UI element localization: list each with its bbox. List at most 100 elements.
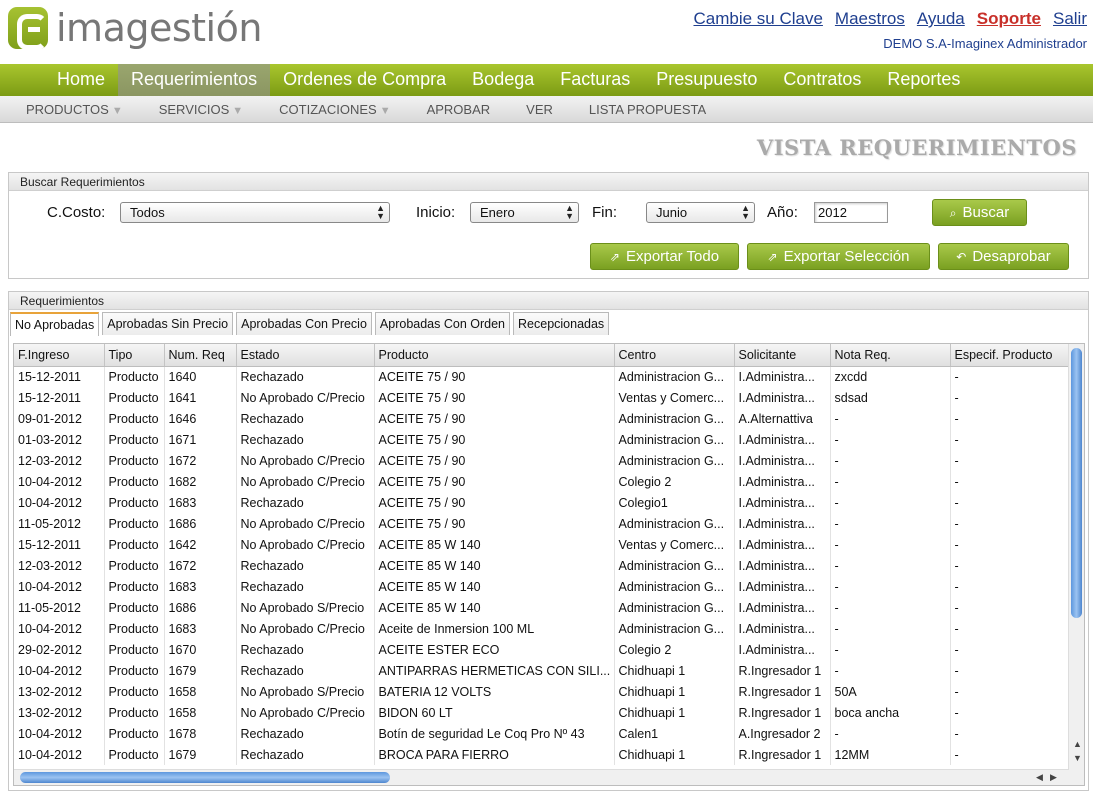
table-cell: 1686	[164, 597, 237, 618]
table-row[interactable]: 10-04-2012 Producto 1682 No Aprobado C/Prec…	[14, 471, 1071, 492]
table-cell: Ventas y Comerc...	[614, 387, 735, 408]
table-cell: -	[830, 429, 951, 450]
table-cell: -	[830, 492, 951, 513]
column-header[interactable]: Producto	[374, 344, 615, 367]
column-header[interactable]: Tipo	[104, 344, 165, 367]
table-cell: ACEITE ESTER ECO	[374, 639, 615, 660]
tab-aprobadas-con-orden[interactable]: Aprobadas Con Orden	[374, 312, 511, 335]
ccosto-select[interactable]: Todos ▲ ▼	[120, 202, 390, 223]
subnav-servicios[interactable]: SERVICIOS ▼	[159, 96, 243, 122]
link-soporte[interactable]: Soporte	[977, 9, 1041, 29]
link-cambie-clave[interactable]: Cambie su Clave	[693, 9, 822, 29]
table-row[interactable]: 10-04-2012 Producto 1678 Rechazado Botín de …	[14, 723, 1071, 744]
table-cell: Administracion G...	[614, 408, 735, 429]
nav-reportes[interactable]: Reportes	[874, 64, 973, 96]
table-cell: ACEITE 85 W 140	[374, 597, 615, 618]
nav-requerimientos[interactable]: Requerimientos	[118, 64, 271, 96]
scroll-up-icon[interactable]: ▲	[1073, 739, 1082, 749]
tab-recepcionadas[interactable]: Recepcionadas	[513, 312, 610, 335]
table-row[interactable]: 13-02-2012 Producto 1658 No Aprobado S/Prec…	[14, 681, 1071, 702]
column-header[interactable]: Num. Req	[164, 344, 237, 367]
table-row[interactable]: 13-02-2012 Producto 1658 No Aprobado C/Prec…	[14, 702, 1071, 723]
table-cell: Producto	[104, 492, 165, 513]
exportar-seleccion-button[interactable]: ⇗ Exportar Selección	[747, 243, 930, 270]
subnav-aprobar[interactable]: APROBAR	[427, 96, 491, 122]
table-row[interactable]: 11-05-2012 Producto 1686 No Aprobado S/Prec…	[14, 597, 1071, 618]
link-salir[interactable]: Salir	[1053, 9, 1087, 29]
buscar-button[interactable]: ⌕ Buscar	[932, 199, 1027, 226]
table-row[interactable]: 09-01-2012 Producto 1646 Rechazado ACEITE 75…	[14, 408, 1071, 429]
table-cell: ACEITE 85 W 140	[374, 555, 615, 576]
exportar-todo-button[interactable]: ⇗ Exportar Todo	[590, 243, 739, 270]
tab-no-aprobadas[interactable]: No Aprobadas	[10, 312, 100, 336]
table-cell: Producto	[104, 744, 165, 765]
table-row[interactable]: 10-04-2012 Producto 1683 Rechazado ACEITE 85…	[14, 576, 1071, 597]
table-cell: 1641	[164, 387, 237, 408]
nav-contratos[interactable]: Contratos	[770, 64, 874, 96]
table-row[interactable]: 12-03-2012 Producto 1672 Rechazado ACEITE 85…	[14, 555, 1071, 576]
tab-aprobadas-sin-precio[interactable]: Aprobadas Sin Precio	[102, 312, 234, 335]
table-row[interactable]: 15-12-2011 Producto 1640 Rechazado ACEITE 75…	[14, 366, 1071, 387]
nav-home[interactable]: Home	[44, 64, 118, 96]
table-row[interactable]: 10-04-2012 Producto 1683 No Aprobado C/Prec…	[14, 618, 1071, 639]
table-row[interactable]: 29-02-2012 Producto 1670 Rechazado ACEITE ES…	[14, 639, 1071, 660]
nav-presupuesto[interactable]: Presupuesto	[643, 64, 770, 96]
desaprobar-button[interactable]: ↶ Desaprobar	[938, 243, 1069, 270]
table-cell: 1658	[164, 681, 237, 702]
inicio-select[interactable]: Enero ▲ ▼	[470, 202, 579, 223]
column-header[interactable]: F.Ingreso	[14, 344, 105, 367]
table-row[interactable]: 10-04-2012 Producto 1679 Rechazado BROCA PAR…	[14, 744, 1071, 765]
link-ayuda[interactable]: Ayuda	[917, 9, 965, 29]
table-cell: Colegio 2	[614, 471, 735, 492]
column-header[interactable]: Nota Req.	[830, 344, 951, 367]
subnav-ver[interactable]: VER	[526, 96, 553, 122]
table-cell: -	[950, 387, 1071, 408]
table-row[interactable]: 11-05-2012 Producto 1686 No Aprobado C/Prec…	[14, 513, 1071, 534]
search-panel-title: Buscar Requerimientos	[9, 173, 1088, 191]
external-link-icon: ⇗	[609, 250, 620, 264]
table-row[interactable]: 12-03-2012 Producto 1672 No Aprobado C/Prec…	[14, 450, 1071, 471]
vertical-scroll-thumb[interactable]	[1071, 348, 1082, 618]
link-maestros[interactable]: Maestros	[835, 9, 905, 29]
fin-label: Fin:	[592, 204, 618, 221]
table-cell: Producto	[104, 450, 165, 471]
scroll-right-icon[interactable]: ▶	[1050, 772, 1057, 783]
table-cell: No Aprobado C/Precio	[236, 702, 375, 723]
nav-bodega[interactable]: Bodega	[459, 64, 547, 96]
scroll-left-icon[interactable]: ◀	[1036, 772, 1043, 783]
table-cell: -	[950, 366, 1071, 387]
table-row[interactable]: 10-04-2012 Producto 1683 Rechazado ACEITE 75…	[14, 492, 1071, 513]
horizontal-scrollbar[interactable]: ◀ ▶	[14, 769, 1069, 785]
scroll-down-icon[interactable]: ▼	[1073, 753, 1082, 763]
table-row[interactable]: 15-12-2011 Producto 1641 No Aprobado C/Prec…	[14, 387, 1071, 408]
table-header: F.Ingreso Tipo Num. Req Estado Producto Centr…	[14, 344, 1071, 367]
table-cell: 29-02-2012	[14, 639, 105, 660]
tab-aprobadas-con-precio[interactable]: Aprobadas Con Precio	[236, 312, 372, 335]
requerimientos-table: F.Ingreso Tipo Num. Req Estado Producto Centr…	[14, 344, 1071, 765]
table-cell: Producto	[104, 366, 165, 387]
logo[interactable]: imagestión	[8, 6, 262, 50]
table-cell: No Aprobado C/Precio	[236, 618, 375, 639]
table-cell: No Aprobado C/Precio	[236, 450, 375, 471]
vertical-scrollbar[interactable]: ▲ ▼	[1068, 344, 1084, 785]
fin-select[interactable]: Junio ▲ ▼	[646, 202, 755, 223]
subnav-lista-propuesta[interactable]: LISTA PROPUESTA	[589, 96, 706, 122]
subnav-productos[interactable]: PRODUCTOS ▼	[26, 96, 123, 122]
nav-ordenes-de-compra[interactable]: Ordenes de Compra	[270, 64, 459, 96]
table-row[interactable]: 01-03-2012 Producto 1671 Rechazado ACEITE 75…	[14, 429, 1071, 450]
table-cell: -	[830, 534, 951, 555]
nav-facturas[interactable]: Facturas	[547, 64, 643, 96]
subnav-cotizaciones[interactable]: COTIZACIONES ▼	[279, 96, 390, 122]
table-row[interactable]: 10-04-2012 Producto 1679 Rechazado ANTIPARRA…	[14, 660, 1071, 681]
table-cell: 1683	[164, 576, 237, 597]
subnav-label: COTIZACIONES	[279, 102, 377, 117]
column-header[interactable]: Solicitante	[734, 344, 831, 367]
column-header[interactable]: Especif. Producto	[950, 344, 1071, 367]
column-header[interactable]: Estado	[236, 344, 375, 367]
anio-input[interactable]: 2012	[814, 202, 888, 223]
table-row[interactable]: 15-12-2011 Producto 1642 No Aprobado C/Prec…	[14, 534, 1071, 555]
table-cell: I.Administra...	[734, 576, 831, 597]
column-header[interactable]: Centro	[614, 344, 735, 367]
horizontal-scroll-thumb[interactable]	[20, 772, 390, 783]
table-cell: -	[950, 492, 1071, 513]
